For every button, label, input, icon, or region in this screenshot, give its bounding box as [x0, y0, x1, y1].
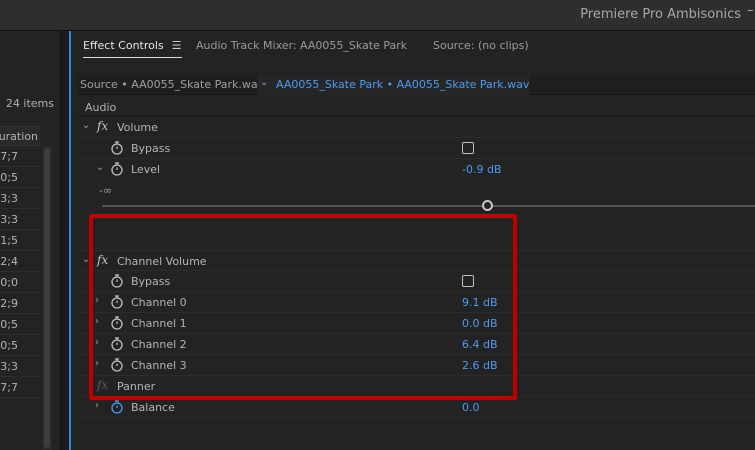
slider-track[interactable] — [102, 205, 755, 207]
table-row[interactable]: 7;17 — [0, 146, 40, 167]
stopwatch-icon[interactable] — [111, 141, 123, 155]
table-row[interactable]: 3;03 — [0, 356, 40, 377]
table-row[interactable]: 5;01 — [0, 230, 40, 251]
table-row[interactable]: 3;03 — [0, 209, 40, 230]
window-title: Premiere Pro Ambisonics — [580, 7, 741, 22]
table-row[interactable]: 5;00 — [0, 335, 40, 356]
tab-audio-track-mixer[interactable]: Audio Track Mixer: AA0055_Skate Park — [196, 39, 407, 52]
chevron-right-icon[interactable]: › — [92, 400, 102, 411]
table-row[interactable]: 5;00 — [0, 167, 40, 188]
slider-knob[interactable] — [481, 200, 493, 211]
source-clip-tab[interactable]: Source • AA0055_Skate Park.wav — [80, 78, 264, 91]
table-row[interactable]: 5;00 — [0, 314, 40, 335]
param-level: ⌄ Level -0.9 dB — [77, 159, 755, 180]
param-label: Level — [131, 163, 161, 176]
active-tab-underline — [83, 57, 182, 58]
table-row[interactable]: 0;00 — [0, 272, 40, 293]
minimize-button[interactable]: – — [747, 3, 755, 18]
fx-icon[interactable]: fx — [97, 119, 108, 133]
balance-value[interactable]: 0.0 — [462, 401, 480, 414]
title-bar: Premiere Pro Ambisonics – — [0, 0, 755, 31]
chevron-down-icon[interactable]: ⌄ — [81, 120, 91, 131]
stopwatch-icon[interactable] — [111, 400, 123, 414]
effect-name: Volume — [117, 121, 158, 134]
highlight-box — [89, 214, 517, 400]
level-value[interactable]: -0.9 dB — [462, 163, 502, 176]
tab-effect-controls[interactable]: Effect Controls ☰ — [83, 39, 182, 58]
chevron-down-icon[interactable]: ⌄ — [260, 77, 268, 88]
project-panel: 24 items Duration 7;17 5;00 3;03 3;03 5;… — [0, 31, 62, 450]
panel-tabs: Effect Controls ☰ Audio Track Mixer: AA00… — [71, 31, 755, 63]
item-count: 24 items — [5, 97, 54, 110]
clip-selector: Source • AA0055_Skate Park.wav ⌄ AA0055_… — [77, 75, 755, 95]
table-row[interactable]: 9;02 — [0, 293, 40, 314]
bypass-checkbox[interactable] — [462, 142, 474, 154]
table-row[interactable]: 7;17 — [0, 377, 40, 398]
panel-menu-icon[interactable]: ☰ — [172, 39, 182, 52]
selected-clip-tab[interactable]: ⌄ AA0055_Skate Park • AA0055_Skate Park.… — [257, 75, 529, 95]
duration-column-header[interactable]: Duration — [0, 126, 40, 146]
panel-divider[interactable] — [60, 31, 62, 450]
param-label: Bypass — [131, 142, 171, 155]
selected-clip-name: AA0055_Skate Park • AA0055_Skate Park.wa… — [276, 78, 530, 91]
effect-volume[interactable]: ⌄ fx Volume — [77, 117, 755, 138]
table-row[interactable]: 4;12 — [0, 251, 40, 272]
section-title-audio: Audio — [85, 101, 117, 114]
project-rows: 7;17 5;00 3;03 3;03 5;01 4;12 0;00 9;02 … — [0, 146, 40, 398]
param-balance: › Balance 0.0 — [77, 397, 755, 418]
scrollbar-thumb[interactable] — [44, 148, 50, 448]
stopwatch-icon[interactable] — [111, 162, 123, 176]
project-scrollbar[interactable] — [42, 146, 52, 450]
table-row[interactable]: 3;03 — [0, 188, 40, 209]
chevron-down-icon[interactable]: ⌄ — [95, 162, 105, 173]
param-bypass: Bypass — [77, 138, 755, 159]
slider-min-label: -∞ — [99, 184, 113, 197]
param-label: Balance — [131, 401, 175, 414]
tab-source[interactable]: Source: (no clips) — [433, 39, 529, 52]
